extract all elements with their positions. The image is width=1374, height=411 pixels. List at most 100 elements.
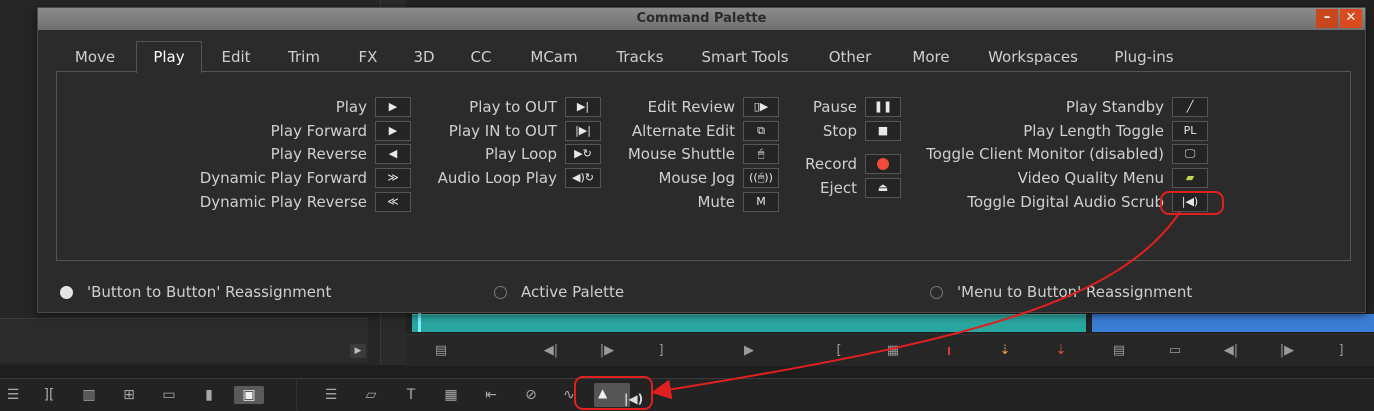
lift-icon[interactable]: ⇤ [480,386,502,404]
cmd-mouse-shuttle[interactable]: Mouse Shuttle 🖱 [608,144,779,164]
cmd-dynamic-play-reverse[interactable]: Dynamic Play Reverse ≪ [38,192,411,212]
alternate-edit-icon[interactable]: ⧉ [743,121,779,141]
video-quality-icon[interactable]: ▰ [1172,168,1208,188]
cmd-play-length-toggle[interactable]: Play Length Toggle PL [908,121,1208,141]
tab-move[interactable]: Move [58,42,132,72]
mark-out-icon[interactable]: ] [650,342,672,360]
radio-unchecked-icon[interactable] [494,286,507,299]
record-position-bar[interactable] [1092,314,1374,332]
radio-checked-icon[interactable] [60,286,73,299]
cmd-play-to-out[interactable]: Play to OUT ▶| [418,97,601,117]
cmd-play-standby[interactable]: Play Standby ╱ [908,97,1208,117]
tab-mcam[interactable]: MCam [516,42,592,72]
no-entry-icon[interactable]: ⊘ [520,386,542,404]
tab-workspaces[interactable]: Workspaces [980,42,1086,72]
radio-active-palette[interactable]: Active Palette [494,284,624,300]
segment-icon[interactable]: ▮ [198,386,220,404]
tab-fx[interactable]: FX [346,42,390,72]
cmd-play-forward[interactable]: Play Forward ▶ [38,121,411,141]
mouse-jog-icon[interactable]: ((🖱)) [743,168,779,188]
mute-icon[interactable]: M [743,192,779,212]
tab-plug-ins[interactable]: Plug-ins [1102,42,1186,72]
cmd-dynamic-play-forward[interactable]: Dynamic Play Forward ≫ [38,168,411,188]
scroll-right-button[interactable]: ▶ [350,344,366,358]
position-indicator[interactable] [418,312,421,332]
cmd-video-quality-menu[interactable]: Video Quality Menu ▰ [908,168,1208,188]
radio-unchecked-icon[interactable] [930,286,943,299]
pause-icon[interactable]: ❚❚ [865,97,901,117]
cmd-label: Mouse Shuttle [627,145,735,163]
step-back-icon[interactable]: ◀| [540,342,562,360]
effect-icon[interactable]: ▱ [360,386,382,404]
settings-sliders-icon[interactable]: ☰ [320,386,342,404]
tab-tracks[interactable]: Tracks [604,42,676,72]
rec-step-icon[interactable]: ▭ [1164,342,1186,360]
client-monitor-icon[interactable]: 🖵 [1172,144,1208,164]
toolbar-menu-icon[interactable]: ☰ [2,386,24,404]
tab-cc[interactable]: CC [458,42,504,72]
eject-icon[interactable]: ⏏ [865,178,901,198]
tab-play[interactable]: Play [136,41,202,73]
source-position-bar[interactable] [412,314,1086,332]
cmd-play-loop[interactable]: Play Loop ▶↻ [418,144,601,164]
radio-menu-to-button[interactable]: 'Menu to Button' Reassignment [930,284,1192,300]
play-icon[interactable]: ▶ [375,97,411,117]
menu-icon[interactable]: ▤ [430,342,452,360]
cmd-pause[interactable]: Pause ❚❚ [788,97,901,117]
cmd-play-in-to-out[interactable]: Play IN to OUT |▶| [418,121,601,141]
play-standby-icon[interactable]: ╱ [1172,97,1208,117]
dynamic-play-forward-icon[interactable]: ≫ [375,168,411,188]
monitor-play-icon[interactable]: ▶ [738,342,760,360]
tab-3d[interactable]: 3D [402,42,446,72]
tab-smart-tools[interactable]: Smart Tools [688,42,802,72]
cmd-label: Play Length Toggle [1023,122,1164,140]
edit-review-icon[interactable]: ▯▶ [743,97,779,117]
play-reverse-icon[interactable]: ◀ [375,144,411,164]
step-forward-icon[interactable]: |▶ [596,342,618,360]
title-tool-icon[interactable]: T [400,386,422,404]
stop-icon[interactable]: ■ [865,121,901,141]
cmd-eject[interactable]: Eject ⏏ [788,178,901,198]
tab-more[interactable]: More [900,42,962,72]
mark-clip-icon[interactable]: ▦ [882,342,904,360]
close-button[interactable]: ✕ [1340,9,1362,28]
dynamic-play-reverse-icon[interactable]: ≪ [375,192,411,212]
rec-step-back-icon[interactable]: ◀| [1220,342,1242,360]
play-loop-icon[interactable]: ▶↻ [565,144,601,164]
rec-step-forward-icon[interactable]: |▶ [1276,342,1298,360]
play-length-toggle-icon[interactable]: PL [1172,121,1208,141]
tab-other[interactable]: Other [820,42,880,72]
splice-in-icon[interactable]: ⇣ [994,342,1016,360]
tab-edit[interactable]: Edit [208,42,264,72]
mouse-shuttle-icon[interactable]: 🖱 [743,144,779,164]
mark-in-icon[interactable]: [ [828,342,850,360]
cmd-alternate-edit[interactable]: Alternate Edit ⧉ [608,121,779,141]
minimize-button[interactable]: – [1316,9,1338,28]
radio-button-to-button[interactable]: 'Button to Button' Reassignment [60,284,331,300]
grid-icon[interactable]: ▦ [440,386,462,404]
record-menu-icon[interactable]: ▤ [1108,342,1130,360]
cmd-edit-review[interactable]: Edit Review ▯▶ [608,97,779,117]
slip-mode-icon[interactable]: ▥ [78,386,100,404]
command-palette-dialog: Command Palette – ✕ Move Play Edit Trim … [37,7,1366,313]
play-to-out-icon[interactable]: ▶| [565,97,601,117]
cmd-stop[interactable]: Stop ■ [788,121,901,141]
overwrite-icon[interactable]: ⇣ [1050,342,1072,360]
trim-mode-icon[interactable]: ][ [38,386,60,404]
cmd-mouse-jog[interactable]: Mouse Jog ((🖱)) [608,168,779,188]
tab-trim[interactable]: Trim [274,42,334,72]
play-forward-icon[interactable]: ▶ [375,121,411,141]
cmd-play-reverse[interactable]: Play Reverse ◀ [38,144,411,164]
cmd-play[interactable]: Play ▶ [38,97,411,117]
audio-loop-play-icon[interactable]: ◀)↻ [565,168,601,188]
cmd-record[interactable]: Record [788,154,901,174]
slide-mode-icon[interactable]: ⊞ [118,386,140,404]
play-in-to-out-icon[interactable]: |▶| [565,121,601,141]
toggle-view-icon[interactable]: ▣ [234,386,264,404]
cmd-mute[interactable]: Mute M [608,192,779,212]
cmd-audio-loop-play[interactable]: Audio Loop Play ◀)↻ [418,168,601,188]
record-icon[interactable] [865,154,901,174]
clip-icon[interactable]: ▭ [158,386,180,404]
rec-mark-out-icon[interactable]: ] [1330,342,1352,360]
cmd-toggle-client-monitor[interactable]: Toggle Client Monitor (disabled) 🖵 [908,144,1208,164]
